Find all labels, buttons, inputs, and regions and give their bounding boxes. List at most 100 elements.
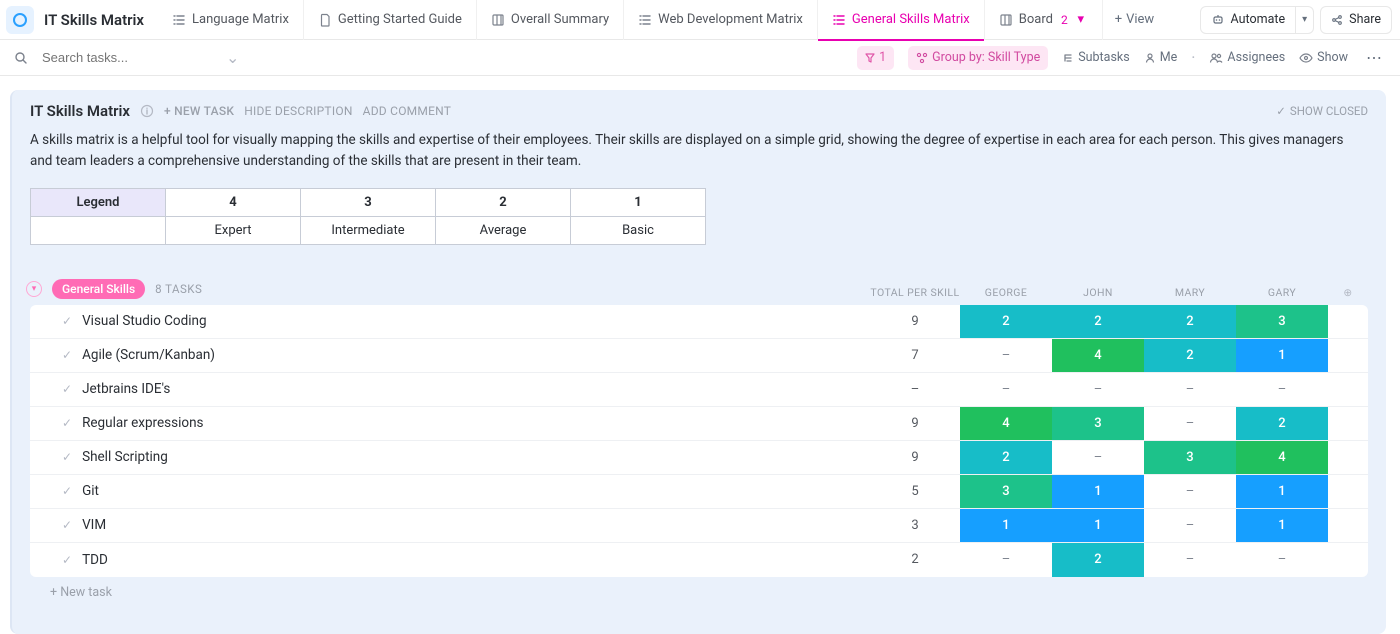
- filter-pill[interactable]: 1: [857, 46, 894, 70]
- top-right-actions: Automate ▾ Share: [1200, 6, 1392, 34]
- cell-total[interactable]: 7: [870, 339, 960, 372]
- cell-value[interactable]: 1: [1052, 509, 1144, 542]
- cell-total[interactable]: 5: [870, 475, 960, 508]
- cell-value[interactable]: –: [960, 339, 1052, 372]
- tab-label: Board: [1019, 12, 1053, 27]
- doc-icon: [318, 13, 332, 27]
- search-icon: [14, 51, 28, 65]
- cell-value[interactable]: 2: [1144, 339, 1236, 372]
- tab-language-matrix[interactable]: Language Matrix: [158, 0, 304, 40]
- cell-value[interactable]: 4: [960, 407, 1052, 440]
- task-row[interactable]: ✓Visual Studio Coding92223: [30, 305, 1368, 339]
- legend-header: Legend: [31, 188, 166, 216]
- filter-icon: [865, 53, 875, 63]
- check-icon: ✓: [62, 382, 72, 396]
- group-by-pill[interactable]: Group by: Skill Type: [908, 46, 1048, 70]
- cell-value[interactable]: –: [960, 373, 1052, 406]
- subtasks-button[interactable]: Subtasks: [1062, 50, 1129, 65]
- panel-title: IT Skills Matrix: [30, 102, 130, 120]
- col-head-mary: MARY: [1144, 286, 1236, 299]
- eye-icon: [1299, 52, 1313, 64]
- cell-value[interactable]: 3: [1236, 305, 1328, 338]
- cell-value[interactable]: 2: [1144, 305, 1236, 338]
- automate-dropdown-button[interactable]: ▾: [1296, 6, 1314, 34]
- cell-value[interactable]: –: [1236, 373, 1328, 406]
- collapse-toggle[interactable]: ▾: [26, 281, 42, 297]
- group-header-row: ▾ General Skills 8 TASKS TOTAL PER SKILL…: [30, 279, 1368, 305]
- cell-value[interactable]: 1: [1236, 475, 1328, 508]
- assignees-button[interactable]: Assignees: [1209, 50, 1285, 65]
- task-row[interactable]: ✓Jetbrains IDE's–––––: [30, 373, 1368, 407]
- cell-value[interactable]: –: [1144, 509, 1236, 542]
- cell-add: [1328, 543, 1368, 577]
- cell-value[interactable]: 4: [1236, 441, 1328, 474]
- cell-value[interactable]: 1: [1236, 509, 1328, 542]
- cell-value[interactable]: 2: [960, 441, 1052, 474]
- list-icon: [172, 13, 186, 27]
- cell-value[interactable]: 3: [960, 475, 1052, 508]
- cell-value[interactable]: 4: [1052, 339, 1144, 372]
- add-view-button[interactable]: + View: [1103, 12, 1167, 27]
- cell-total[interactable]: 3: [870, 509, 960, 542]
- cell-value[interactable]: 2: [1052, 305, 1144, 338]
- new-task-row-button[interactable]: + New task: [30, 577, 1368, 602]
- task-row[interactable]: ✓VIM311–1: [30, 509, 1368, 543]
- cell-value[interactable]: –: [1144, 407, 1236, 440]
- cell-value[interactable]: 3: [1144, 441, 1236, 474]
- hide-description-button[interactable]: HIDE DESCRIPTION: [244, 104, 352, 118]
- task-row[interactable]: ✓Git531–1: [30, 475, 1368, 509]
- cell-value[interactable]: –: [1052, 373, 1144, 406]
- task-row[interactable]: ✓Regular expressions943–2: [30, 407, 1368, 441]
- me-button[interactable]: Me: [1144, 50, 1178, 65]
- cell-value[interactable]: –: [1144, 543, 1236, 577]
- show-closed-button[interactable]: ✓ SHOW CLOSED: [1276, 104, 1368, 118]
- chevron-down-icon: ▾: [1302, 14, 1307, 25]
- cell-total[interactable]: –: [870, 373, 960, 406]
- task-row[interactable]: ✓Agile (Scrum/Kanban)7–421: [30, 339, 1368, 373]
- cell-value[interactable]: –: [1144, 373, 1236, 406]
- task-name: Jetbrains IDE's: [82, 381, 170, 397]
- search-input[interactable]: [42, 50, 242, 65]
- tab-web-development-matrix[interactable]: Web Development Matrix: [624, 0, 818, 40]
- legend-col-3: 3: [301, 188, 436, 216]
- me-label: Me: [1160, 50, 1178, 65]
- cell-total[interactable]: 9: [870, 407, 960, 440]
- cell-value[interactable]: 1: [960, 509, 1052, 542]
- check-icon: ✓: [1276, 104, 1286, 118]
- cell-value[interactable]: –: [960, 543, 1052, 577]
- panel-header: IT Skills Matrix + NEW TASK HIDE DESCRIP…: [30, 102, 1368, 120]
- cell-value[interactable]: 1: [1052, 475, 1144, 508]
- cell-value[interactable]: –: [1052, 441, 1144, 474]
- tab-getting-started-guide[interactable]: Getting Started Guide: [304, 0, 477, 40]
- tab-badge: 2: [1061, 13, 1068, 27]
- task-row[interactable]: ✓TDD2–2––: [30, 543, 1368, 577]
- cell-value[interactable]: 2: [1236, 407, 1328, 440]
- share-button[interactable]: Share: [1320, 6, 1392, 34]
- cell-add: [1328, 475, 1368, 508]
- add-column-button[interactable]: ⊕: [1328, 286, 1368, 299]
- cell-total[interactable]: 9: [870, 441, 960, 474]
- group-name-pill[interactable]: General Skills: [52, 279, 145, 299]
- more-options-button[interactable]: ⋯: [1362, 48, 1386, 67]
- show-button[interactable]: Show: [1299, 50, 1348, 65]
- task-row[interactable]: ✓Shell Scripting92–34: [30, 441, 1368, 475]
- cell-value[interactable]: –: [1144, 475, 1236, 508]
- cell-value[interactable]: 2: [960, 305, 1052, 338]
- cell-total[interactable]: 9: [870, 305, 960, 338]
- cell-value[interactable]: 2: [1052, 543, 1144, 577]
- add-comment-button[interactable]: ADD COMMENT: [363, 104, 452, 118]
- automate-button[interactable]: Automate: [1200, 6, 1297, 34]
- cell-value[interactable]: 1: [1236, 339, 1328, 372]
- cell-total[interactable]: 2: [870, 543, 960, 577]
- people-icon: [1209, 52, 1223, 64]
- dot-separator: ·: [1191, 48, 1195, 67]
- chevron-down-icon[interactable]: ⌄: [226, 48, 239, 67]
- info-icon[interactable]: [140, 104, 154, 118]
- check-icon: ✓: [62, 416, 72, 430]
- tab-overall-summary[interactable]: Overall Summary: [477, 0, 624, 40]
- tab-general-skills-matrix[interactable]: General Skills Matrix: [818, 0, 985, 40]
- cell-value[interactable]: 3: [1052, 407, 1144, 440]
- tab-board[interactable]: Board 2 ▾: [985, 0, 1103, 40]
- new-task-button[interactable]: + NEW TASK: [164, 104, 234, 118]
- cell-value[interactable]: –: [1236, 543, 1328, 577]
